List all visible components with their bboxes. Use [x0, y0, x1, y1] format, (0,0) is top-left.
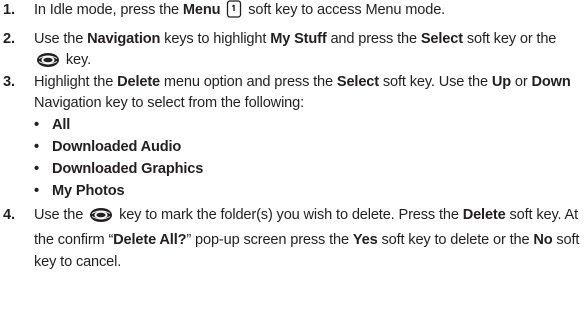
option-item: • Downloaded Audio [34, 137, 181, 158]
manual-instructions: 1. In Idle mode, press the Menu soft key… [0, 0, 585, 316]
menu-key-label: Menu [182, 2, 221, 18]
step-number: 3. [3, 74, 15, 90]
bullet-icon: • [34, 183, 39, 199]
option-item: • All [34, 115, 70, 136]
bullet-icon: • [34, 139, 39, 155]
step-number: 1. [3, 2, 15, 18]
step-text: In Idle mode, press the Menu soft key to… [34, 0, 583, 25]
step-text: Highlight the Delete menu option and pre… [34, 74, 571, 112]
bullet-icon: • [34, 161, 39, 177]
step-number: 2. [3, 31, 15, 47]
step-text: Use the Navigation keys to highlight My … [34, 29, 583, 76]
soft-key-icon [226, 0, 242, 25]
option-item: • Downloaded Graphics [34, 159, 203, 180]
bullet-icon: • [34, 117, 39, 133]
center-select-key-icon [89, 207, 113, 230]
step-number: 4. [3, 207, 15, 223]
step-text: Use the key to mark the folder(s) you wi… [34, 207, 580, 270]
option-item: • My Photos [34, 181, 125, 202]
